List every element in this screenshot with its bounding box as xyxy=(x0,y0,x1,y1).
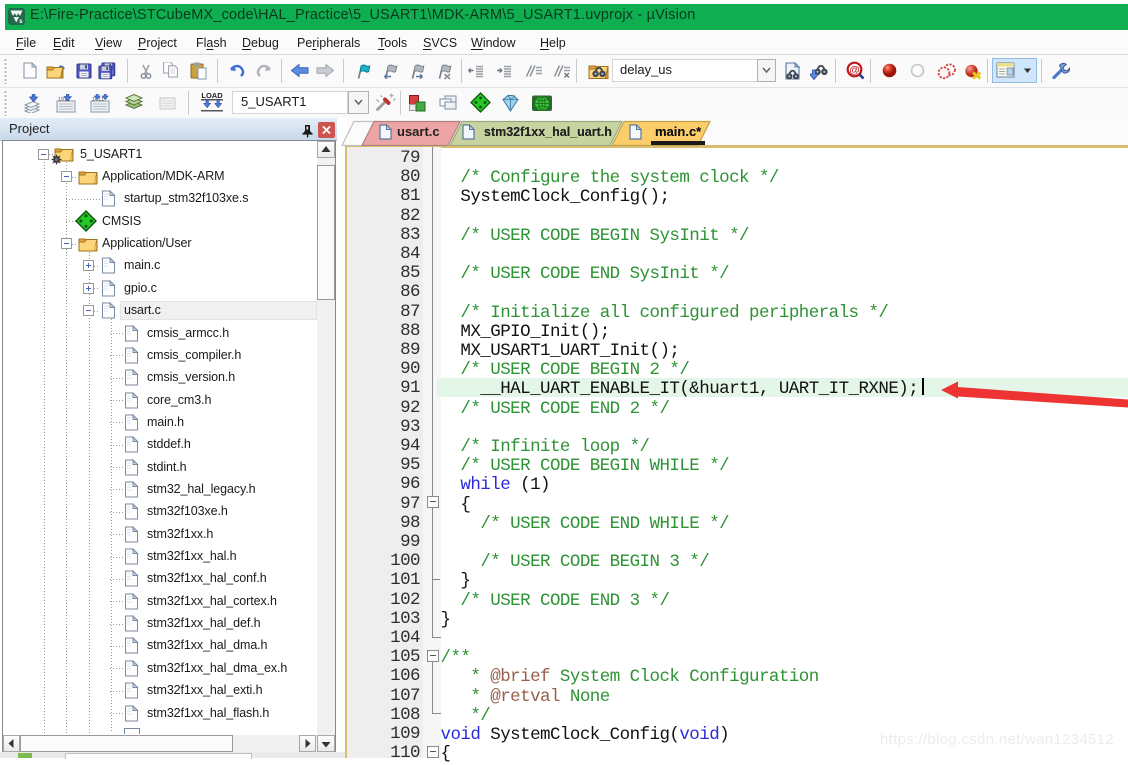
svg-text:@: @ xyxy=(849,64,859,76)
svg-text:s: s xyxy=(19,18,23,25)
svg-text:LOAD: LOAD xyxy=(201,91,223,100)
